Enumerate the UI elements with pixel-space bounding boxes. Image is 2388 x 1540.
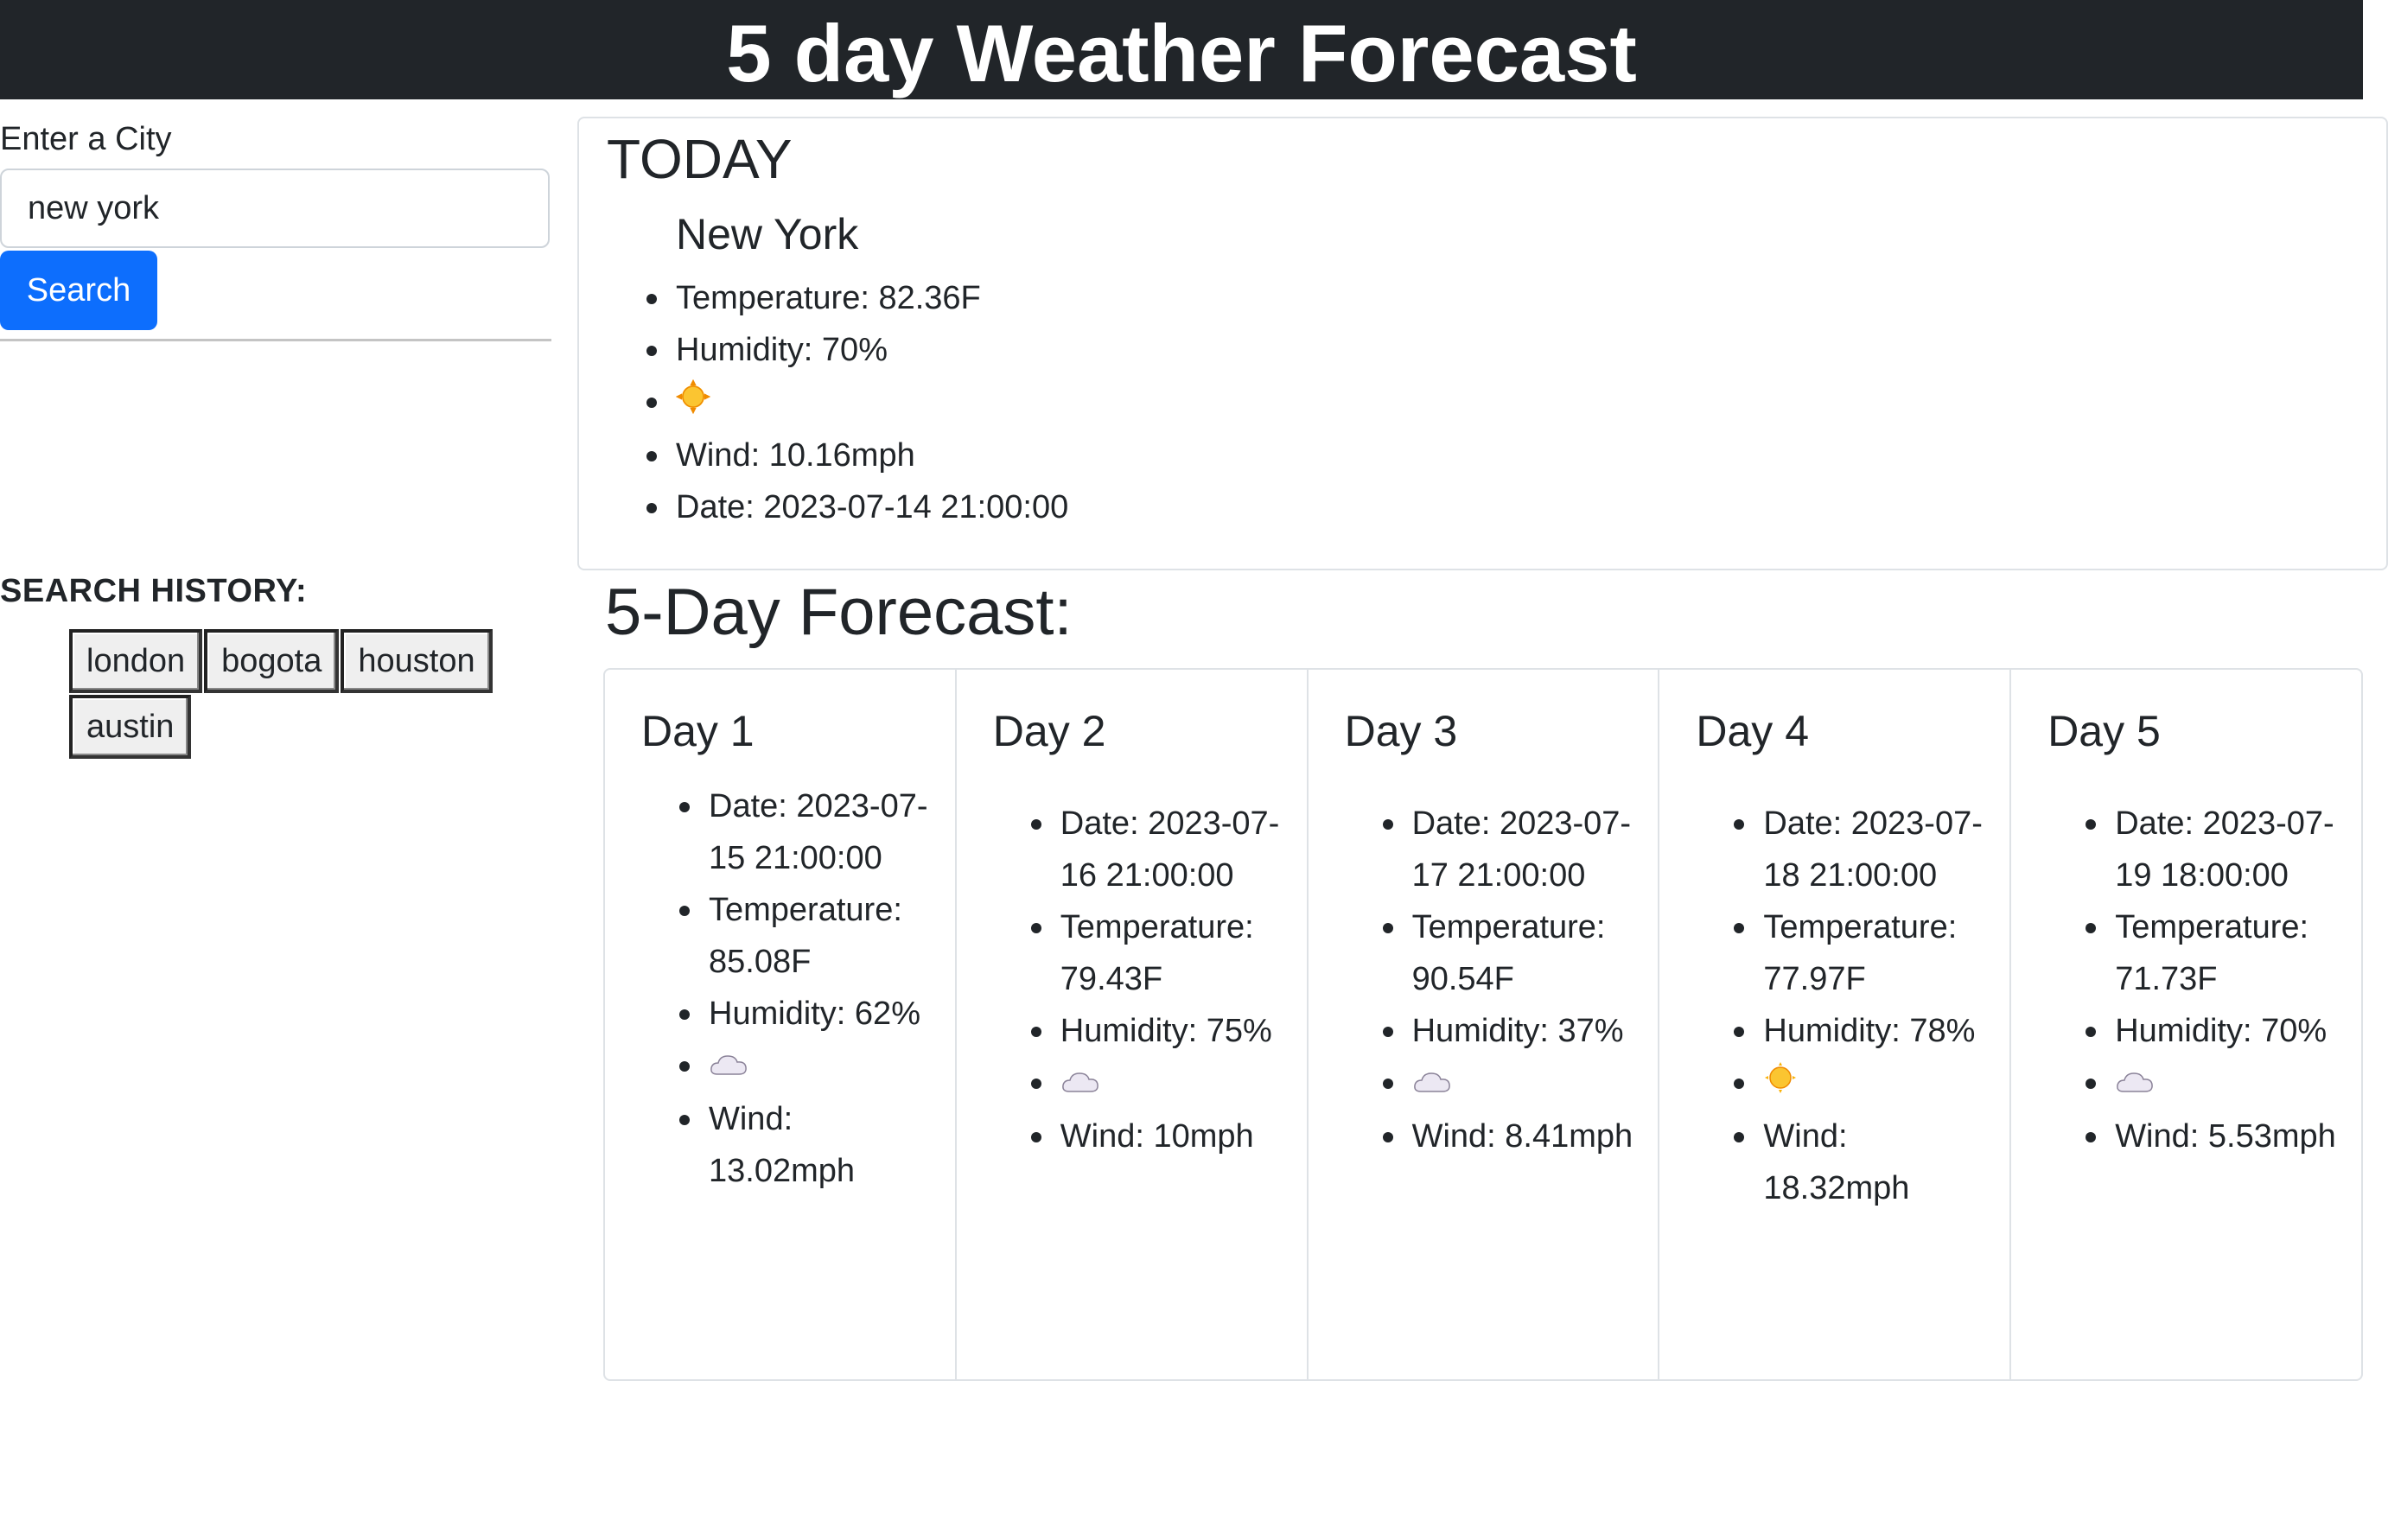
- today-card: TODAY New York Temperature: 82.36F Humid…: [577, 117, 2388, 570]
- day-date: Date: 2023-07-18 21:00:00: [1734, 798, 1988, 901]
- forecast-day-card: Day 4 Date: 2023-07-18 21:00:00 Temperat…: [1659, 670, 2012, 1379]
- city-input[interactable]: [0, 169, 550, 248]
- day-date: Date: 2023-07-19 18:00:00: [2086, 798, 2340, 901]
- day-wind: Wind: 18.32mph: [1734, 1110, 1988, 1214]
- day-details: Date: 2023-07-17 21:00:00 Temperature: 9…: [1382, 798, 1637, 1162]
- forecast-day-card: Day 1 Date: 2023-07-15 21:00:00 Temperat…: [605, 670, 957, 1379]
- search-history-title: SEARCH HISTORY:: [0, 573, 308, 609]
- day-date: Date: 2023-07-15 21:00:00: [679, 780, 933, 884]
- today-heading: TODAY: [607, 128, 793, 190]
- today-wind: Wind: 10.16mph: [646, 430, 1068, 481]
- day-label: Day 3: [1344, 707, 1458, 755]
- day-humidity: Humidity: 70%: [2086, 1005, 2340, 1057]
- forecast-day-card: Day 2 Date: 2023-07-16 21:00:00 Temperat…: [957, 670, 1309, 1379]
- cloud-icon: [709, 1041, 748, 1093]
- city-label: Enter a City: [0, 121, 172, 157]
- cloud-icon: [1412, 1059, 1452, 1110]
- day-icon-item: [1030, 1057, 1285, 1110]
- day-label: Day 4: [1696, 707, 1810, 755]
- page-header: 5 day Weather Forecast: [0, 0, 2363, 99]
- search-button[interactable]: Search: [0, 251, 157, 330]
- day-humidity: Humidity: 62%: [679, 988, 933, 1040]
- day-temperature: Temperature: 71.73F: [2086, 901, 2340, 1005]
- day-label: Day 5: [2047, 707, 2161, 755]
- today-temperature: Temperature: 82.36F: [646, 272, 1068, 324]
- day-humidity: Humidity: 78%: [1734, 1005, 1988, 1057]
- day-icon-item: [1382, 1057, 1637, 1110]
- day-temperature: Temperature: 85.08F: [679, 884, 933, 988]
- cloud-icon: [1060, 1059, 1100, 1110]
- cloud-icon: [2115, 1059, 2155, 1110]
- day-details: Date: 2023-07-15 21:00:00 Temperature: 8…: [679, 780, 933, 1197]
- day-wind: Wind: 13.02mph: [679, 1093, 933, 1197]
- search-history-list: london bogota houston austin: [69, 629, 527, 760]
- day-date: Date: 2023-07-17 21:00:00: [1382, 798, 1637, 901]
- day-details: Date: 2023-07-16 21:00:00 Temperature: 7…: [1030, 798, 1285, 1162]
- history-button-bogota[interactable]: bogota: [204, 629, 340, 693]
- history-button-london[interactable]: london: [69, 629, 203, 693]
- day-wind: Wind: 8.41mph: [1382, 1110, 1637, 1162]
- day-wind: Wind: 10mph: [1030, 1110, 1285, 1162]
- forecast-cards: Day 1 Date: 2023-07-15 21:00:00 Temperat…: [603, 668, 2363, 1381]
- today-humidity: Humidity: 70%: [646, 324, 1068, 376]
- today-details: Temperature: 82.36F Humidity: 70% Wind: …: [646, 272, 1068, 533]
- forecast-day-card: Day 3 Date: 2023-07-17 21:00:00 Temperat…: [1309, 670, 1660, 1379]
- day-wind: Wind: 5.53mph: [2086, 1110, 2340, 1162]
- today-date: Date: 2023-07-14 21:00:00: [646, 481, 1068, 533]
- forecast-heading: 5-Day Forecast:: [605, 576, 1073, 649]
- sun-icon: [1763, 1059, 1798, 1110]
- day-humidity: Humidity: 75%: [1030, 1005, 1285, 1057]
- day-icon-item: [2086, 1057, 2340, 1110]
- day-temperature: Temperature: 77.97F: [1734, 901, 1988, 1005]
- today-icon-item: [646, 376, 1068, 430]
- history-button-houston[interactable]: houston: [341, 629, 493, 693]
- forecast-day-card: Day 5 Date: 2023-07-19 18:00:00 Temperat…: [2011, 670, 2361, 1379]
- day-temperature: Temperature: 79.43F: [1030, 901, 1285, 1005]
- history-button-austin[interactable]: austin: [69, 695, 192, 759]
- today-city: New York: [676, 210, 859, 258]
- day-temperature: Temperature: 90.54F: [1382, 901, 1637, 1005]
- day-label: Day 2: [992, 707, 1106, 755]
- day-date: Date: 2023-07-16 21:00:00: [1030, 798, 1285, 901]
- day-humidity: Humidity: 37%: [1382, 1005, 1637, 1057]
- day-details: Date: 2023-07-19 18:00:00 Temperature: 7…: [2086, 798, 2340, 1162]
- day-icon-item: [679, 1040, 933, 1093]
- day-icon-item: [1734, 1057, 1988, 1110]
- sun-icon: [675, 378, 711, 430]
- day-details: Date: 2023-07-18 21:00:00 Temperature: 7…: [1734, 798, 1988, 1214]
- day-label: Day 1: [641, 707, 755, 755]
- sidebar-divider: [0, 339, 551, 341]
- page-title: 5 day Weather Forecast: [726, 7, 1637, 99]
